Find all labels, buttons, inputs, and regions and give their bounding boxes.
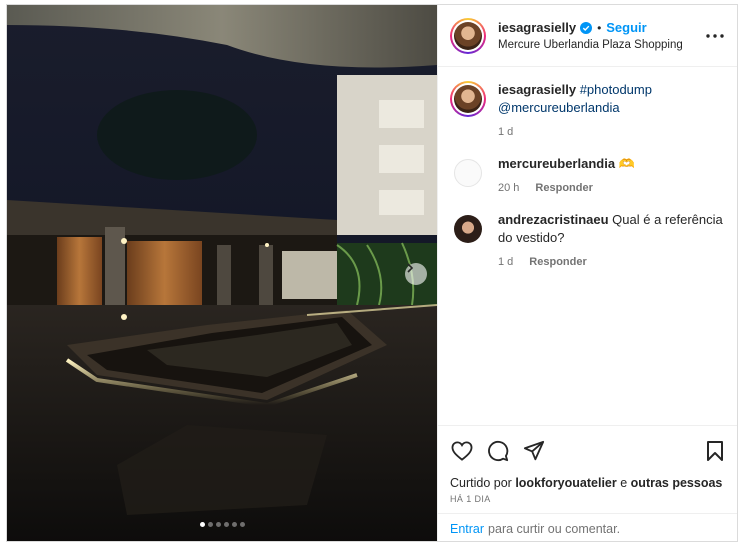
likes-prefix: Curtido por <box>450 476 512 490</box>
carousel-dot <box>215 522 221 527</box>
post-modal: iesagrasielly • Seguir Mercure Uberlandi… <box>6 4 738 542</box>
follow-button[interactable]: Seguir <box>606 20 646 35</box>
caption-author-avatar[interactable] <box>450 81 486 117</box>
caption-comment: iesagrasielly #photodump @mercureuberlan… <box>450 81 727 141</box>
post-header: iesagrasielly • Seguir Mercure Uberlandi… <box>438 5 737 67</box>
reply-button[interactable]: Responder <box>535 179 592 197</box>
carousel-dot <box>231 522 237 527</box>
carousel-dot <box>199 522 205 527</box>
comment-button[interactable] <box>486 439 510 463</box>
chevron-right-icon <box>407 263 414 273</box>
comment-bubble-icon <box>488 440 509 462</box>
login-prompt: Entrar para curtir ou comentar. <box>438 513 737 541</box>
verified-badge-icon <box>580 21 593 34</box>
likes-others-link[interactable]: outras pessoas <box>631 476 723 490</box>
post-timestamp[interactable]: HÁ 1 DIA <box>450 494 727 504</box>
reply-button[interactable]: Responder <box>529 253 586 271</box>
more-horizontal-icon <box>706 33 724 38</box>
carousel-dot <box>207 522 213 527</box>
carousel-indicator <box>7 522 437 527</box>
night-courtyard-photo <box>7 5 437 541</box>
caption-time[interactable]: 1 d <box>498 123 513 141</box>
author-avatar[interactable] <box>450 17 486 54</box>
commenter-avatar-image <box>454 215 482 243</box>
caption-mention[interactable]: @mercureuberlandia <box>498 100 620 115</box>
comment-item: andrezacristinaeu Qual é a referência do… <box>450 211 727 271</box>
likes-user-link[interactable]: lookforyouatelier <box>515 476 616 490</box>
hotel-avatar[interactable] <box>450 155 486 191</box>
comment-time[interactable]: 1 d <box>498 253 513 271</box>
paper-plane-icon <box>523 440 545 461</box>
carousel-next-button[interactable] <box>405 263 427 285</box>
caption-avatar-image <box>454 85 482 113</box>
comments-list: iesagrasielly #photodump @mercureuberlan… <box>438 67 737 422</box>
carousel-dot <box>223 522 229 527</box>
heart-icon <box>451 441 473 461</box>
comment-item: mercureuberlandia 🫶 20 h Responder <box>450 155 727 197</box>
post-actions: Curtido por lookforyouatelier e outras p… <box>438 425 737 504</box>
share-button[interactable] <box>522 439 546 463</box>
author-username[interactable]: iesagrasielly <box>498 20 576 35</box>
comment-time[interactable]: 20 h <box>498 179 519 197</box>
caption-username[interactable]: iesagrasielly <box>498 82 576 97</box>
comment-username[interactable]: mercureuberlandia <box>498 156 615 171</box>
save-button[interactable] <box>703 439 727 463</box>
likes-conjunction: e <box>620 476 628 490</box>
more-options-button[interactable] <box>703 24 727 48</box>
header-separator: • <box>597 20 602 35</box>
author-avatar-image <box>454 21 482 50</box>
post-location[interactable]: Mercure Uberlandia Plaza Shopping <box>498 39 703 51</box>
bookmark-icon <box>707 441 723 461</box>
login-prompt-text: para curtir ou comentar. <box>488 521 621 536</box>
comment-text: 🫶 <box>618 156 635 171</box>
likes-summary: Curtido por lookforyouatelier e outras p… <box>450 476 727 490</box>
post-photo[interactable] <box>7 5 437 541</box>
like-button[interactable] <box>450 439 474 463</box>
carousel-dot <box>239 522 245 527</box>
commenter-avatar[interactable] <box>450 211 486 247</box>
comment-username[interactable]: andrezacristinaeu <box>498 212 609 227</box>
login-link[interactable]: Entrar <box>450 522 484 536</box>
header-text: iesagrasielly • Seguir Mercure Uberlandi… <box>498 20 703 51</box>
hotel-logo-image <box>454 159 482 187</box>
caption-hashtag[interactable]: #photodump <box>580 82 652 97</box>
post-side-panel: iesagrasielly • Seguir Mercure Uberlandi… <box>437 5 737 541</box>
